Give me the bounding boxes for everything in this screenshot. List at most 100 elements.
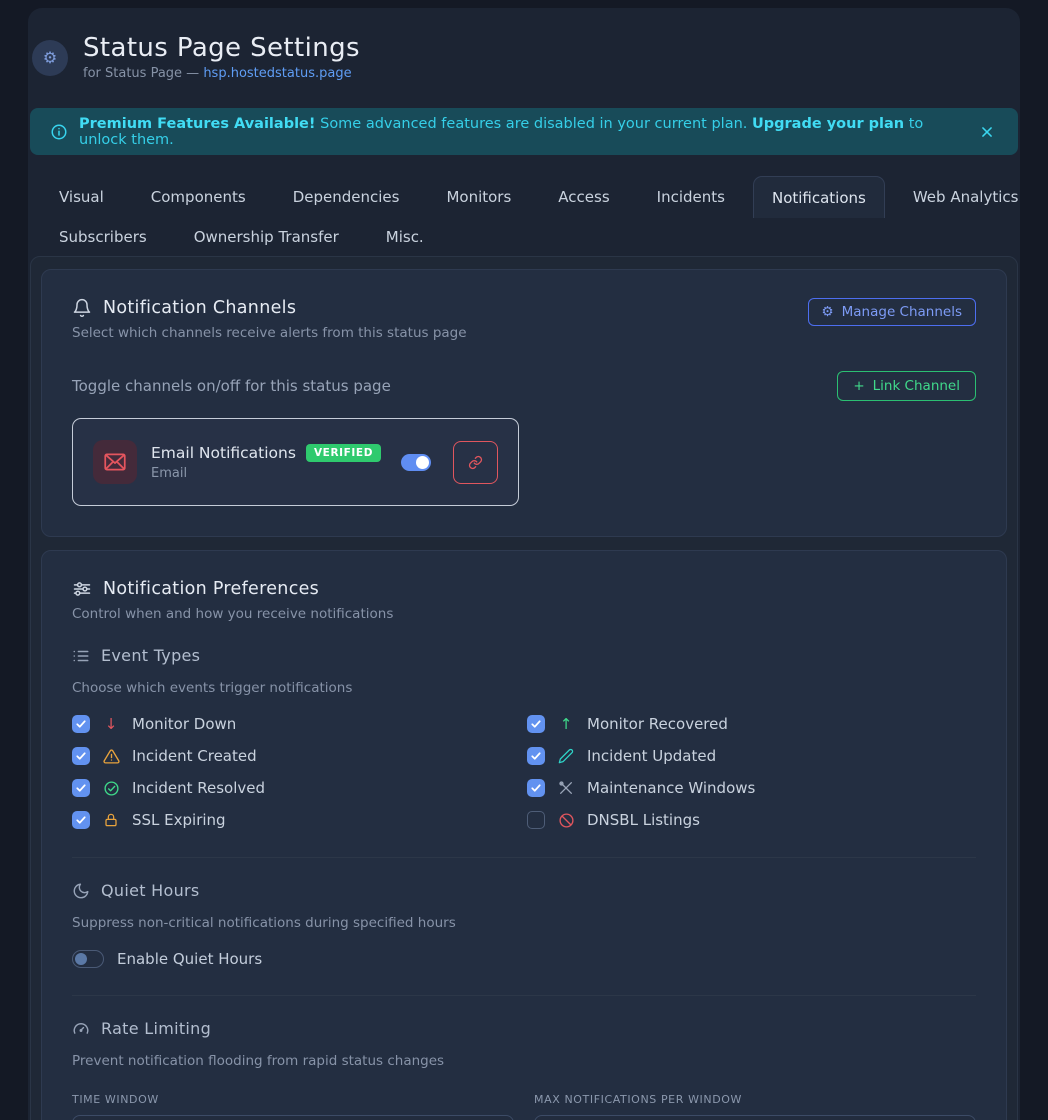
page-subtitle: for Status Page — hsp.hostedstatus.page (83, 66, 360, 81)
event-dnsbl-listings[interactable]: DNSBL Listings (527, 810, 976, 830)
notification-channels-section: Notification Channels Select which chann… (41, 269, 1007, 537)
event-ssl-expiring[interactable]: SSL Expiring (72, 810, 521, 830)
quiet-hours-description: Suppress non-critical notifications duri… (72, 915, 976, 931)
enable-quiet-hours-toggle[interactable] (72, 950, 104, 968)
lock-icon (102, 812, 120, 828)
banner-body: Some advanced features are disabled in y… (316, 116, 753, 132)
banner-text: Premium Features Available! Some advance… (79, 116, 964, 148)
banner-bold-headline: Premium Features Available! (79, 116, 316, 132)
event-label: Incident Updated (587, 747, 716, 765)
event-types-heading: Event Types (72, 646, 976, 665)
event-incident-resolved[interactable]: Incident Resolved (72, 778, 521, 798)
plus-icon: + (853, 378, 864, 394)
event-types-label: Event Types (101, 646, 200, 665)
premium-banner: Premium Features Available! Some advance… (30, 108, 1018, 155)
close-icon[interactable] (975, 120, 998, 144)
event-label: Monitor Recovered (587, 715, 728, 733)
channels-section-title: Notification Channels (72, 298, 467, 318)
email-channel-card: Email Notifications VERIFIED Email (72, 418, 519, 506)
tab-dependencies[interactable]: Dependencies (274, 176, 419, 218)
arrow-down-icon: ↓ (102, 715, 120, 733)
tab-row-2: Subscribers Ownership Transfer Misc. (40, 218, 1018, 256)
checkbox[interactable] (72, 779, 90, 797)
preferences-title-text: Notification Preferences (103, 579, 319, 599)
checkbox[interactable] (72, 811, 90, 829)
email-channel-title: Email Notifications (151, 444, 296, 462)
event-label: Maintenance Windows (587, 779, 755, 797)
enable-quiet-hours-label: Enable Quiet Hours (117, 950, 262, 968)
event-monitor-down[interactable]: ↓ Monitor Down (72, 714, 521, 734)
rate-limiting-label: Rate Limiting (101, 1019, 211, 1038)
rate-limiting-heading: Rate Limiting (72, 1019, 976, 1038)
email-channel-type: Email (151, 466, 381, 481)
checkbox[interactable] (527, 779, 545, 797)
notification-preferences-section: Notification Preferences Control when an… (41, 550, 1007, 1120)
tools-icon (557, 780, 575, 796)
link-icon (468, 455, 483, 470)
event-types-description: Choose which events trigger notification… (72, 680, 976, 696)
preferences-section-title: Notification Preferences (72, 579, 976, 599)
event-label: Monitor Down (132, 715, 236, 733)
info-icon (50, 123, 68, 141)
event-label: Incident Created (132, 747, 257, 765)
checkbox[interactable] (527, 715, 545, 733)
checkbox[interactable] (72, 715, 90, 733)
email-icon (93, 440, 137, 484)
tab-misc[interactable]: Misc. (367, 218, 443, 256)
event-incident-created[interactable]: Incident Created (72, 746, 521, 766)
event-monitor-recovered[interactable]: ↑ Monitor Recovered (527, 714, 976, 734)
settings-tabs: Visual Components Dependencies Monitors … (30, 176, 1018, 256)
email-channel-toggle[interactable] (401, 454, 431, 471)
checkbox[interactable] (527, 747, 545, 765)
tab-notifications[interactable]: Notifications (753, 176, 885, 218)
max-notifications-label: MAX NOTIFICATIONS PER WINDOW (534, 1093, 976, 1106)
tab-monitors[interactable]: Monitors (427, 176, 530, 218)
status-page-link[interactable]: hsp.hostedstatus.page (203, 66, 351, 81)
tab-subscribers[interactable]: Subscribers (40, 218, 166, 256)
event-incident-updated[interactable]: Incident Updated (527, 746, 976, 766)
checkbox[interactable] (72, 747, 90, 765)
bell-icon (72, 298, 92, 318)
quiet-hours-label: Quiet Hours (101, 881, 200, 900)
gauge-icon (72, 1020, 90, 1038)
link-channel-label: Link Channel (873, 378, 960, 394)
pencil-icon (557, 748, 575, 764)
time-window-select[interactable]: 15 minutes (72, 1115, 514, 1120)
preferences-section-subtitle: Control when and how you receive notific… (72, 606, 976, 622)
toggle-channels-hint: Toggle channels on/off for this status p… (72, 377, 391, 395)
event-label: SSL Expiring (132, 811, 226, 829)
tab-ownership-transfer[interactable]: Ownership Transfer (175, 218, 358, 256)
checkbox[interactable] (527, 811, 545, 829)
event-label: DNSBL Listings (587, 811, 700, 829)
tab-incidents[interactable]: Incidents (638, 176, 744, 218)
link-channel-button[interactable]: + Link Channel (837, 371, 976, 401)
page-header: ⚙ Status Page Settings for Status Page —… (30, 34, 1018, 82)
ban-icon (557, 812, 575, 829)
list-icon (72, 647, 90, 665)
tab-visual[interactable]: Visual (40, 176, 123, 218)
channels-section-subtitle: Select which channels receive alerts fro… (72, 325, 467, 341)
channels-title-text: Notification Channels (103, 298, 296, 318)
tab-row-1: Visual Components Dependencies Monitors … (40, 176, 1018, 218)
manage-channels-label: Manage Channels (842, 304, 962, 320)
rate-limiting-description: Prevent notification flooding from rapid… (72, 1053, 976, 1069)
divider (72, 995, 976, 996)
unlink-channel-button[interactable] (453, 441, 498, 484)
max-notifications-field (534, 1115, 976, 1120)
tab-components[interactable]: Components (132, 176, 265, 218)
settings-panel: ⚙ Status Page Settings for Status Page —… (28, 8, 1020, 1120)
gear-icon: ⚙ (822, 304, 834, 320)
tab-web-analytics[interactable]: Web Analytics (894, 176, 1038, 218)
check-circle-icon (102, 780, 120, 797)
tab-access[interactable]: Access (539, 176, 628, 218)
manage-channels-button[interactable]: ⚙ Manage Channels (808, 298, 976, 326)
upgrade-plan-link[interactable]: Upgrade your plan (752, 116, 904, 132)
sliders-icon (72, 579, 92, 599)
verified-badge: VERIFIED (306, 444, 381, 462)
page-title: Status Page Settings (83, 35, 360, 62)
event-maintenance-windows[interactable]: Maintenance Windows (527, 778, 976, 798)
moon-icon (72, 882, 90, 900)
warning-icon (102, 748, 120, 765)
subtitle-prefix: for Status Page — (83, 66, 203, 81)
divider (72, 857, 976, 858)
